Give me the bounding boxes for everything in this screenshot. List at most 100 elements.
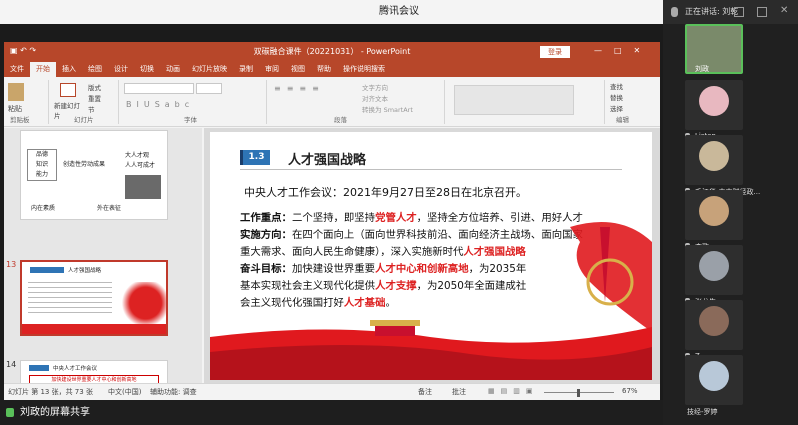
thumb-badge bbox=[29, 365, 49, 371]
thumb-flag-graphic bbox=[112, 282, 166, 324]
tab-insert[interactable]: 插入 bbox=[56, 62, 82, 77]
thumb-text: 大人才观 bbox=[125, 152, 150, 159]
section-button[interactable]: 节 bbox=[88, 104, 95, 114]
notes-button[interactable]: 备注 bbox=[418, 387, 432, 397]
tab-record[interactable]: 录制 bbox=[233, 62, 259, 77]
tab-view[interactable]: 视图 bbox=[285, 62, 311, 77]
slide-count: 幻灯片 第 13 张，共 73 张 bbox=[8, 388, 93, 396]
participant-tile[interactable]: 毛江华-中南财经政... bbox=[685, 135, 760, 196]
participant-name: 刘政 bbox=[695, 65, 709, 73]
login-button[interactable]: 登录 bbox=[540, 46, 570, 58]
text-direction-button[interactable]: 文字方向 bbox=[362, 82, 388, 92]
group-editing: 编辑 bbox=[616, 116, 629, 124]
thumb-text: 品德 bbox=[35, 151, 48, 158]
slide-number-14: 14 bbox=[6, 360, 17, 369]
group-paragraph: 段落 bbox=[334, 116, 347, 124]
window-controls[interactable]: —□✕ bbox=[594, 46, 652, 55]
minimize-button[interactable] bbox=[734, 7, 744, 17]
microphone-icon bbox=[671, 7, 678, 17]
replace-button[interactable]: 替换 bbox=[610, 92, 623, 102]
tab-home[interactable]: 开始 bbox=[30, 62, 56, 77]
thumb-title: 中央人才工作会议 bbox=[53, 366, 98, 372]
participant-tile[interactable]: 刘政 bbox=[685, 24, 743, 74]
group-clipboard: 剪贴板 bbox=[10, 116, 30, 124]
align-text-button[interactable]: 对齐文本 bbox=[362, 93, 388, 103]
group-font: 字体 bbox=[184, 116, 197, 124]
thumb-text: 内在素质 bbox=[31, 205, 56, 212]
tab-design[interactable]: 设计 bbox=[108, 62, 134, 77]
participant-list: 刘政 Listen 毛江华-中南财经政... 李歌 张龙生 Z. 技经-罗婷 bbox=[663, 24, 798, 425]
zoom-slider-thumb[interactable] bbox=[577, 389, 580, 397]
zoom-level[interactable]: 67% bbox=[622, 387, 638, 395]
thumb-text: 知识 bbox=[35, 161, 48, 168]
participant-tile[interactable]: 李歌 bbox=[685, 190, 743, 251]
slide-thumbnail-12[interactable]: 品德 知识 能力 创造性劳动成果 大人才观 人人可成才 内在素质 外在表征 bbox=[20, 130, 168, 220]
thumb-badge bbox=[30, 267, 64, 273]
layout-button[interactable]: 版式 bbox=[88, 82, 101, 92]
font-name-field[interactable] bbox=[124, 83, 194, 94]
slide-number-13: 13 bbox=[6, 260, 17, 269]
participant-name: 技经-罗婷 bbox=[687, 408, 718, 416]
tab-help[interactable]: 帮助 bbox=[311, 62, 337, 77]
status-bar: 幻灯片 第 13 张，共 73 张 中文(中国) 辅助功能: 调查 备注 批注 … bbox=[4, 383, 660, 400]
share-owner-label: 刘政的屏幕共享 bbox=[20, 407, 90, 418]
close-icon[interactable]: ✕ bbox=[780, 6, 790, 17]
current-slide[interactable]: 1.3 人才强国战略 中央人才工作会议：2021年9月27日至28日在北京召开。… bbox=[210, 132, 652, 380]
new-slide-icon[interactable] bbox=[60, 83, 76, 97]
thumb-title: 人才强国战略 bbox=[68, 268, 102, 274]
paragraph-buttons[interactable]: ≡≡≡≡ bbox=[274, 84, 325, 93]
active-speaker-bar: 正在讲话: 刘乾 bbox=[663, 0, 798, 24]
participant-tile[interactable]: Z. bbox=[685, 300, 743, 360]
comments-button[interactable]: 批注 bbox=[452, 387, 466, 397]
thumb-text: 创造性劳动成果 bbox=[63, 161, 106, 168]
tab-file[interactable]: 文件 bbox=[4, 62, 30, 77]
participant-tile[interactable]: Listen bbox=[685, 80, 743, 140]
drawing-gallery[interactable] bbox=[454, 85, 574, 115]
accessibility-status[interactable]: 辅助功能: 调查 bbox=[150, 387, 197, 397]
thumb-photo bbox=[125, 175, 161, 199]
tab-slideshow[interactable]: 幻灯片放映 bbox=[186, 62, 233, 77]
tab-draw[interactable]: 绘图 bbox=[82, 62, 108, 77]
avatar bbox=[699, 361, 729, 391]
tell-me-search[interactable]: 操作说明搜索 bbox=[337, 62, 391, 77]
maximize-button[interactable] bbox=[757, 7, 767, 17]
avatar bbox=[699, 141, 729, 171]
paste-icon[interactable] bbox=[8, 83, 24, 101]
active-speaker-label: 正在讲话: 刘乾 bbox=[685, 7, 739, 16]
find-button[interactable]: 查找 bbox=[610, 81, 623, 91]
ribbon: 粘贴 剪贴板 新建幻灯片 版式 重置 节 幻灯片 BIUSabc 字体 ≡≡≡≡… bbox=[4, 77, 660, 127]
thumb-text: 人人可成才 bbox=[125, 162, 156, 169]
paste-button[interactable]: 粘贴 bbox=[8, 104, 22, 114]
font-format-buttons[interactable]: BIUSabc bbox=[126, 100, 194, 109]
ribbon-tabs: 文件 开始 插入 绘图 设计 切换 动画 幻灯片放映 录制 审阅 视图 帮助 操… bbox=[4, 62, 660, 77]
ppt-title-bar: ▣ ↶ ↷ 双碳融合课件（20221031） - PowerPoint 登录 —… bbox=[4, 42, 660, 62]
reset-button[interactable]: 重置 bbox=[88, 93, 101, 103]
slide-thumbnail-pane: 品德 知识 能力 创造性劳动成果 大人才观 人人可成才 内在素质 外在表征 13… bbox=[4, 128, 202, 390]
tab-transitions[interactable]: 切换 bbox=[134, 62, 160, 77]
smartart-button[interactable]: 转换为 SmartArt bbox=[362, 104, 413, 114]
avatar bbox=[699, 86, 729, 116]
group-slides: 幻灯片 bbox=[74, 116, 94, 124]
avatar bbox=[699, 306, 729, 336]
tab-animations[interactable]: 动画 bbox=[160, 62, 186, 77]
participant-tile[interactable]: 技经-罗婷 bbox=[685, 355, 743, 416]
screen-share-label: 刘政的屏幕共享 bbox=[0, 400, 663, 425]
avatar bbox=[699, 196, 729, 226]
participant-tile[interactable]: 张龙生 bbox=[685, 245, 743, 306]
thumb-text: 外在表征 bbox=[97, 205, 122, 212]
avatar bbox=[699, 251, 729, 281]
flag-ribbon-graphic bbox=[570, 222, 652, 332]
font-size-field[interactable] bbox=[196, 83, 222, 94]
slide-thumbnail-13-selected[interactable]: 人才强国战略 bbox=[20, 260, 168, 336]
microphone-icon bbox=[6, 408, 14, 417]
tiananmen-graphic bbox=[370, 320, 420, 336]
language-status[interactable]: 中文(中国) bbox=[108, 387, 141, 397]
slide-editor-area: 1.3 人才强国战略 中央人才工作会议：2021年9月27日至28日在北京召开。… bbox=[204, 128, 660, 383]
thumb-text: 能力 bbox=[35, 171, 48, 178]
select-button[interactable]: 选择 bbox=[610, 103, 623, 113]
tab-review[interactable]: 审阅 bbox=[259, 62, 285, 77]
slide-decoration bbox=[210, 222, 652, 380]
view-buttons[interactable]: ▦▤▥▣ bbox=[488, 387, 538, 395]
thumb-red-band bbox=[22, 324, 166, 334]
powerpoint-window: ▣ ↶ ↷ 双碳融合课件（20221031） - PowerPoint 登录 —… bbox=[4, 42, 660, 400]
